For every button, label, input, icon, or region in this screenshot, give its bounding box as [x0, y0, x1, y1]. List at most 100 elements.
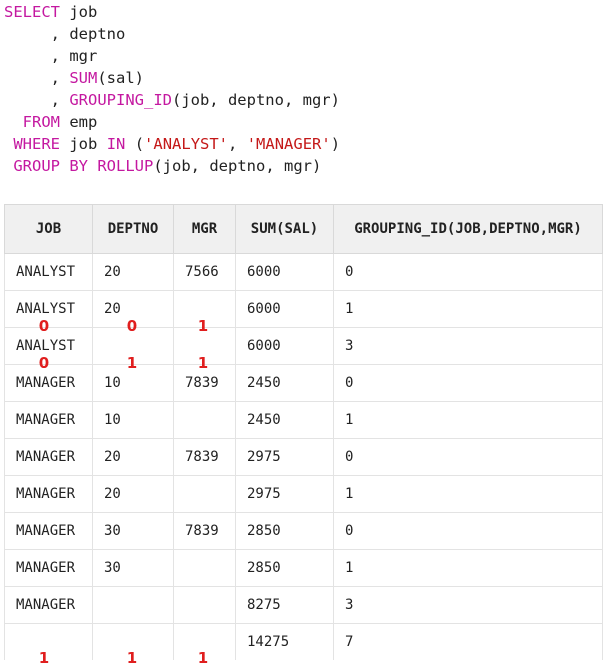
cell-sum-sal: 2975: [235, 438, 334, 476]
annotation-digit: 1: [38, 649, 50, 667]
annotation-digit: 0: [38, 316, 50, 335]
cell-grouping-id: 1: [333, 549, 603, 587]
sql-line: , deptno: [4, 23, 126, 45]
cell-sum-sal: 6000: [235, 327, 334, 365]
sql-line: FROM emp: [4, 111, 98, 133]
sql-line: , GROUPING_ID(job, deptno, mgr): [4, 89, 340, 111]
cell-mgr: [173, 475, 236, 513]
sql-line: GROUP BY ROLLUP(job, deptno, mgr): [4, 155, 321, 177]
table-row: MANAGER 10 2450 1: [4, 401, 603, 439]
annotation-digit: 0: [126, 316, 138, 335]
sql-text: job: [60, 3, 98, 21]
sql-text: emp: [60, 113, 98, 131]
cell-sum-sal: 8275: [235, 586, 334, 624]
cell-sum-sal: 2450: [235, 364, 334, 402]
table-row: ANALYST 20 6000 1: [4, 290, 603, 328]
sql-keyword: WHERE: [13, 135, 61, 153]
cell-sum-sal: 6000: [235, 290, 334, 328]
sql-text: , deptno: [4, 25, 126, 43]
cell-mgr: 7839: [173, 438, 236, 476]
cell-grouping-id: 0: [333, 512, 603, 550]
cell-grouping-id: 0: [333, 364, 603, 402]
cell-sum-sal: 2850: [235, 549, 334, 587]
sql-text: (job, deptno, mgr): [171, 91, 340, 109]
column-header-job: JOB: [4, 204, 93, 254]
cell-sum-sal: 6000: [235, 253, 334, 291]
table-row: MANAGER 30 2850 1: [4, 549, 603, 587]
sql-code-block: SELECT job , deptno , mgr , SUM(sal) , G…: [0, 0, 609, 190]
sql-text: ,: [228, 135, 247, 153]
sql-text: ,: [4, 91, 70, 109]
sql-text: job: [60, 135, 107, 153]
annotation-digit: 1: [197, 353, 209, 372]
cell-deptno: 20: [92, 438, 174, 476]
cell-deptno: [92, 586, 174, 624]
cell-grouping-id: 0: [333, 438, 603, 476]
cell-deptno: 30: [92, 549, 174, 587]
cell-grouping-id: 0: [333, 253, 603, 291]
table-row: MANAGER 8275 3: [4, 586, 603, 624]
sql-text: ,: [4, 69, 70, 87]
cell-deptno: 20: [92, 253, 174, 291]
cell-job: MANAGER: [4, 512, 93, 550]
cell-sum-sal: 2850: [235, 512, 334, 550]
sql-string: 'MANAGER': [246, 135, 331, 153]
annotation-digit: 0: [38, 353, 50, 372]
table-row: ANALYST 20 7566 6000 0: [4, 253, 603, 291]
cell-deptno: 20: [92, 475, 174, 513]
cell-job: MANAGER: [4, 401, 93, 439]
cell-grouping-id: 1: [333, 401, 603, 439]
sql-keyword: FROM: [22, 113, 60, 131]
sql-keyword: SELECT: [4, 3, 60, 21]
annotation-digit: 1: [197, 649, 209, 667]
cell-job: MANAGER: [4, 475, 93, 513]
cell-grouping-id: 1: [333, 475, 603, 513]
sql-text: (sal): [97, 69, 144, 87]
cell-mgr: [173, 401, 236, 439]
table-row: MANAGER 20 7839 2975 0: [4, 438, 603, 476]
cell-sum-sal: 2975: [235, 475, 334, 513]
sql-line: , mgr: [4, 45, 98, 67]
cell-job: MANAGER: [4, 438, 93, 476]
sql-text: (: [125, 135, 145, 153]
table-row: ANALYST 6000 3: [4, 327, 603, 365]
sql-line: , SUM(sal): [4, 67, 144, 89]
sql-keyword: GROUP BY: [13, 157, 88, 175]
cell-job: ANALYST: [4, 253, 93, 291]
sql-text: (job, deptno, mgr): [153, 157, 322, 175]
sql-function: SUM: [69, 69, 98, 87]
result-table: JOB DEPTNO MGR SUM(SAL) GROUPING_ID(JOB,…: [4, 204, 603, 660]
sql-string: 'ANALYST': [144, 135, 229, 153]
table-row: MANAGER 30 7839 2850 0: [4, 512, 603, 550]
cell-mgr: [173, 586, 236, 624]
sql-line: SELECT job: [4, 1, 97, 23]
table-row: MANAGER 10 7839 2450 0: [4, 364, 603, 402]
table-row: 14275 7: [4, 623, 603, 660]
cell-sum-sal: 14275: [235, 623, 334, 660]
column-header-deptno: DEPTNO: [92, 204, 174, 254]
cell-deptno: 10: [92, 401, 174, 439]
sql-text: , mgr: [4, 47, 98, 65]
table-header-row: JOB DEPTNO MGR SUM(SAL) GROUPING_ID(JOB,…: [4, 204, 603, 254]
cell-mgr: 7839: [173, 512, 236, 550]
sql-line: WHERE job IN ('ANALYST', 'MANAGER'): [4, 133, 340, 155]
cell-job: MANAGER: [4, 549, 93, 587]
column-header-grouping-id: GROUPING_ID(JOB,DEPTNO,MGR): [333, 204, 603, 254]
sql-function: ROLLUP: [97, 157, 154, 175]
cell-grouping-id: 3: [333, 586, 603, 624]
sql-keyword: IN: [106, 135, 126, 153]
cell-grouping-id: 7: [333, 623, 603, 660]
annotation-digit: 1: [126, 353, 138, 372]
annotation-digit: 1: [126, 649, 138, 667]
cell-grouping-id: 3: [333, 327, 603, 365]
cell-grouping-id: 1: [333, 290, 603, 328]
cell-sum-sal: 2450: [235, 401, 334, 439]
cell-job: MANAGER: [4, 586, 93, 624]
annotation-digit: 1: [197, 316, 209, 335]
sql-function: GROUPING_ID: [69, 91, 172, 109]
sql-text: ): [330, 135, 341, 153]
